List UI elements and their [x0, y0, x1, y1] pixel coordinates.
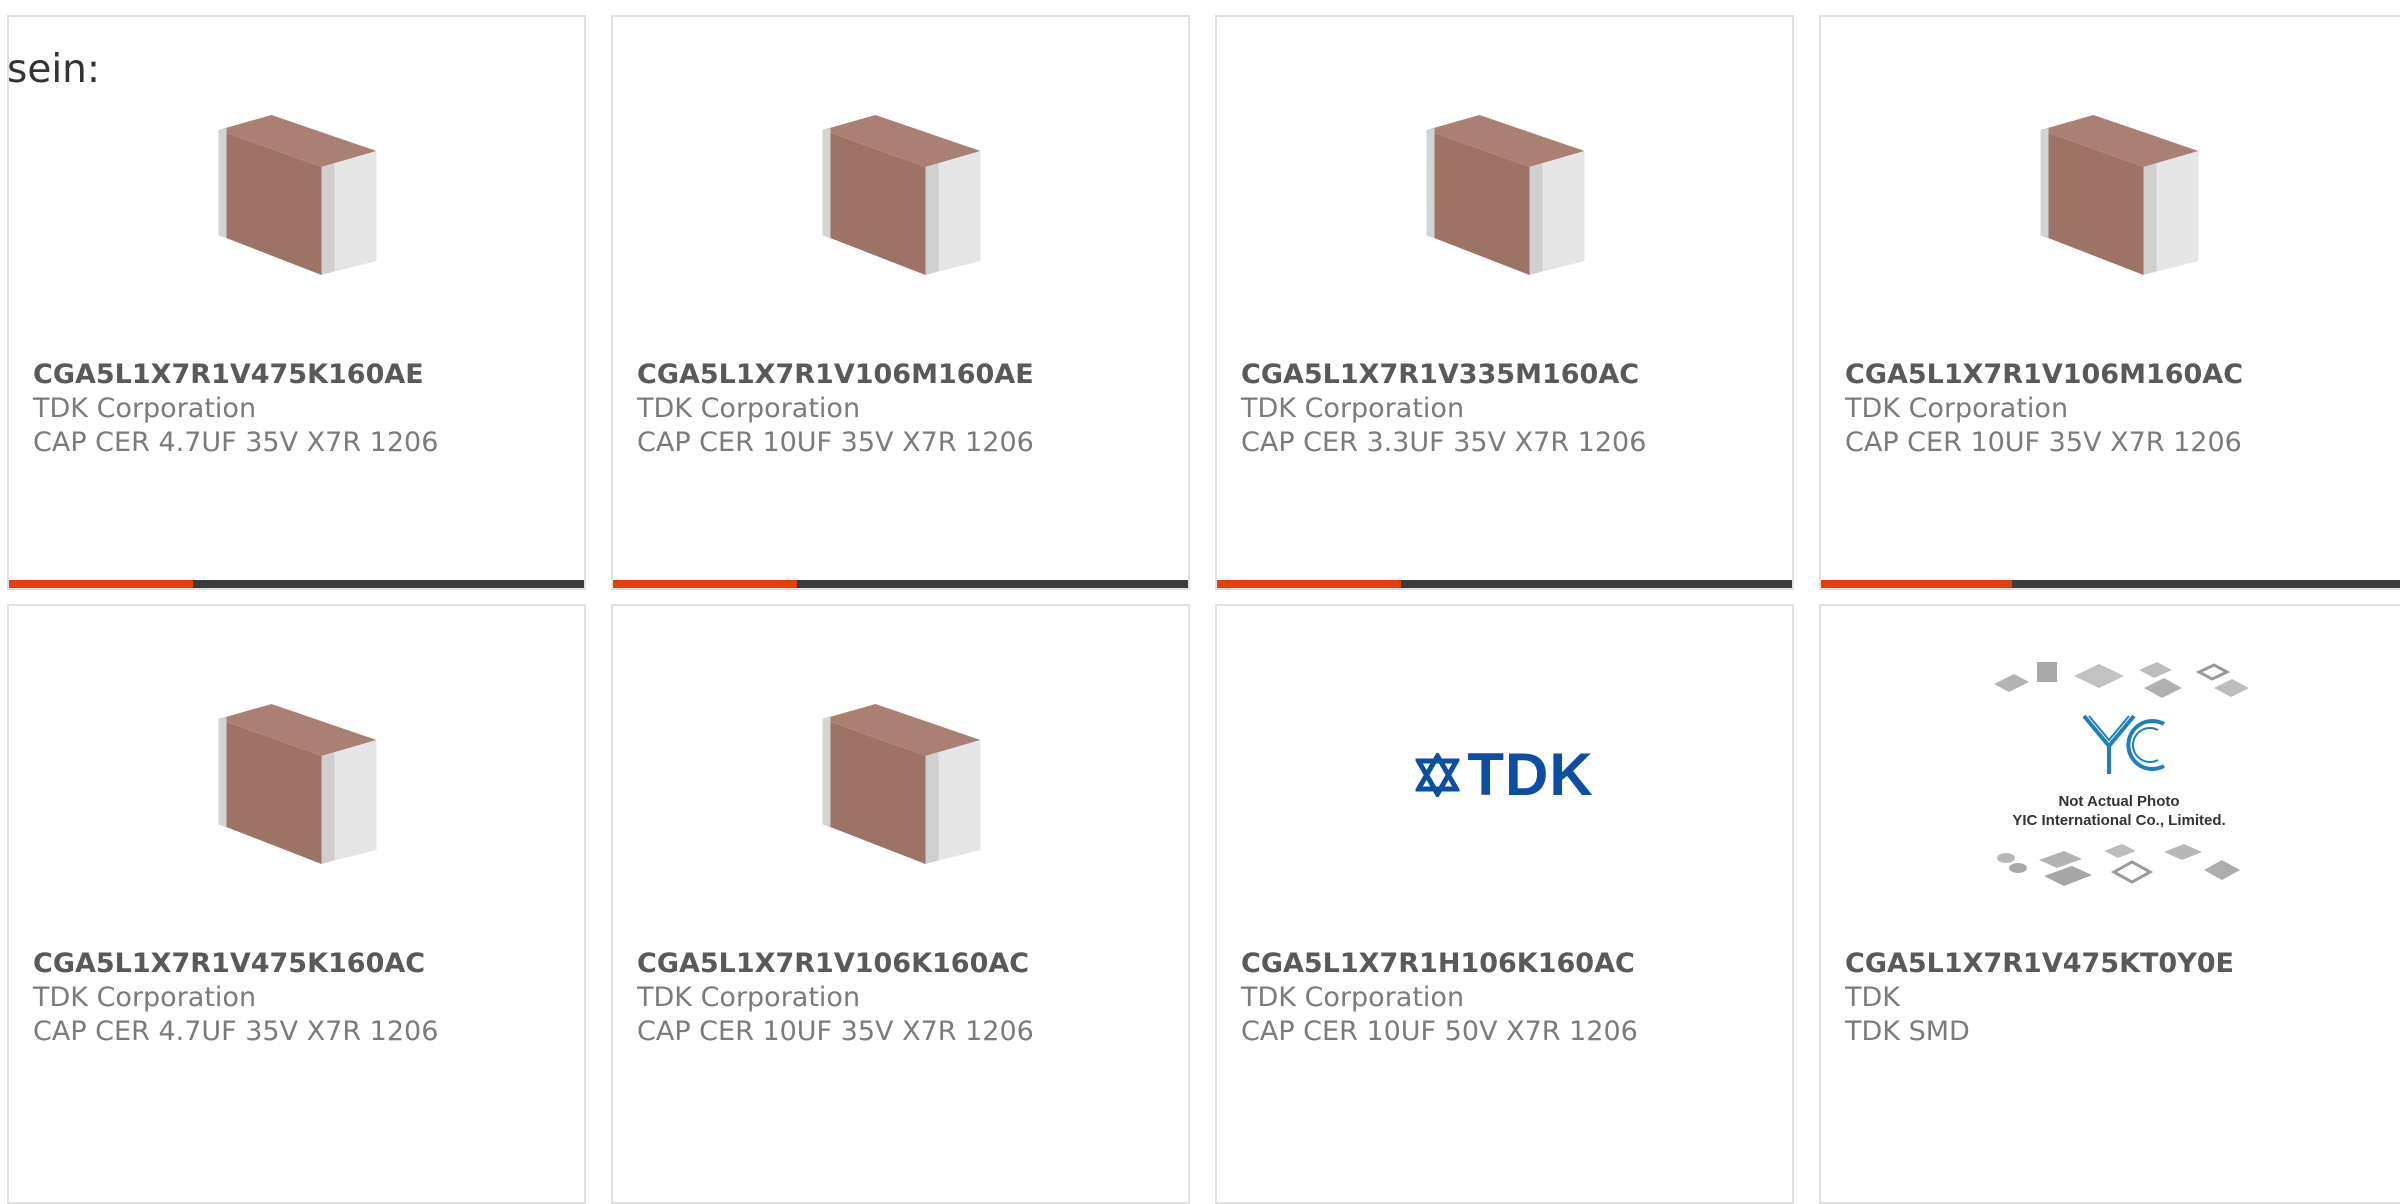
manufacturer: TDK Corporation	[637, 393, 861, 424]
product-card[interactable]: CGA5L1X7R1V335M160AC TDK Corporation CAP…	[1215, 15, 1794, 590]
product-card[interactable]: Not Actual Photo YIC International Co., …	[1819, 604, 2400, 1204]
progress-fill	[9, 580, 193, 588]
description: CAP CER 10UF 35V X7R 1206	[637, 1016, 1034, 1047]
progress-fill	[613, 580, 797, 588]
progress-bar	[1217, 580, 1792, 588]
progress-bar	[613, 580, 1188, 588]
progress-fill	[1217, 580, 1401, 588]
description: CAP CER 10UF 35V X7R 1206	[1845, 427, 2242, 458]
manufacturer: TDK Corporation	[1241, 393, 1465, 424]
progress-fill	[1821, 580, 2012, 588]
manufacturer: TDK Corporation	[1241, 982, 1465, 1013]
yic-placeholder-image[interactable]: Not Actual Photo YIC International Co., …	[1974, 646, 2264, 906]
part-number[interactable]: CGA5L1X7R1V475K160AE	[33, 358, 572, 392]
part-number[interactable]: CGA5L1X7R1V106K160AC	[637, 947, 1176, 981]
tdk-logo[interactable]: TDK	[1404, 674, 1605, 875]
product-card[interactable]: CGA5L1X7R1V475K160AE TDK Corporation CAP…	[7, 15, 586, 590]
part-number[interactable]: CGA5L1X7R1V475K160AC	[33, 947, 572, 981]
part-number[interactable]: CGA5L1X7R1V106M160AC	[1845, 358, 2400, 392]
description: CAP CER 10UF 50V X7R 1206	[1241, 1016, 1638, 1047]
product-card[interactable]: CGA5L1X7R1V106M160AC TDK Corporation CAP…	[1819, 15, 2400, 590]
description: CAP CER 10UF 35V X7R 1206	[637, 427, 1034, 458]
part-number[interactable]: CGA5L1X7R1V475KT0Y0E	[1845, 947, 2400, 981]
description: TDK SMD	[1845, 1016, 1970, 1047]
description: CAP CER 4.7UF 35V X7R 1206	[33, 427, 439, 458]
chip-capacitor-icon[interactable]	[1404, 85, 1605, 286]
placeholder-line-2: YIC International Co., Limited.	[2012, 812, 2225, 829]
progress-bar	[9, 580, 584, 588]
chip-capacitor-icon[interactable]	[2019, 85, 2220, 286]
chip-capacitor-icon[interactable]	[800, 85, 1001, 286]
part-number[interactable]: CGA5L1X7R1V106M160AE	[637, 358, 1176, 392]
tdk-logo-text: TDK	[1467, 741, 1594, 808]
progress-bar	[1821, 580, 2400, 588]
part-number[interactable]: CGA5L1X7R1V335M160AC	[1241, 358, 1780, 392]
product-card[interactable]: CGA5L1X7R1V475K160AC TDK Corporation CAP…	[7, 604, 586, 1204]
placeholder-line-1: Not Actual Photo	[2058, 793, 2179, 810]
lead-text: sein:	[7, 47, 101, 92]
description: CAP CER 3.3UF 35V X7R 1206	[1241, 427, 1647, 458]
description: CAP CER 4.7UF 35V X7R 1206	[33, 1016, 439, 1047]
manufacturer: TDK	[1845, 982, 1900, 1013]
manufacturer: TDK Corporation	[637, 982, 861, 1013]
chip-capacitor-icon[interactable]	[196, 674, 397, 875]
product-card[interactable]: CGA5L1X7R1V106K160AC TDK Corporation CAP…	[611, 604, 1190, 1204]
product-card[interactable]: TDK CGA5L1X7R1H106K160AC TDK Corporation…	[1215, 604, 1794, 1204]
manufacturer: TDK Corporation	[33, 393, 257, 424]
manufacturer: TDK Corporation	[33, 982, 257, 1013]
product-card[interactable]: CGA5L1X7R1V106M160AE TDK Corporation CAP…	[611, 15, 1190, 590]
manufacturer: TDK Corporation	[1845, 393, 2069, 424]
chip-capacitor-icon[interactable]	[800, 674, 1001, 875]
tdk-emblem-icon	[1415, 752, 1460, 797]
chip-capacitor-icon[interactable]	[196, 85, 397, 286]
part-number[interactable]: CGA5L1X7R1H106K160AC	[1241, 947, 1780, 981]
